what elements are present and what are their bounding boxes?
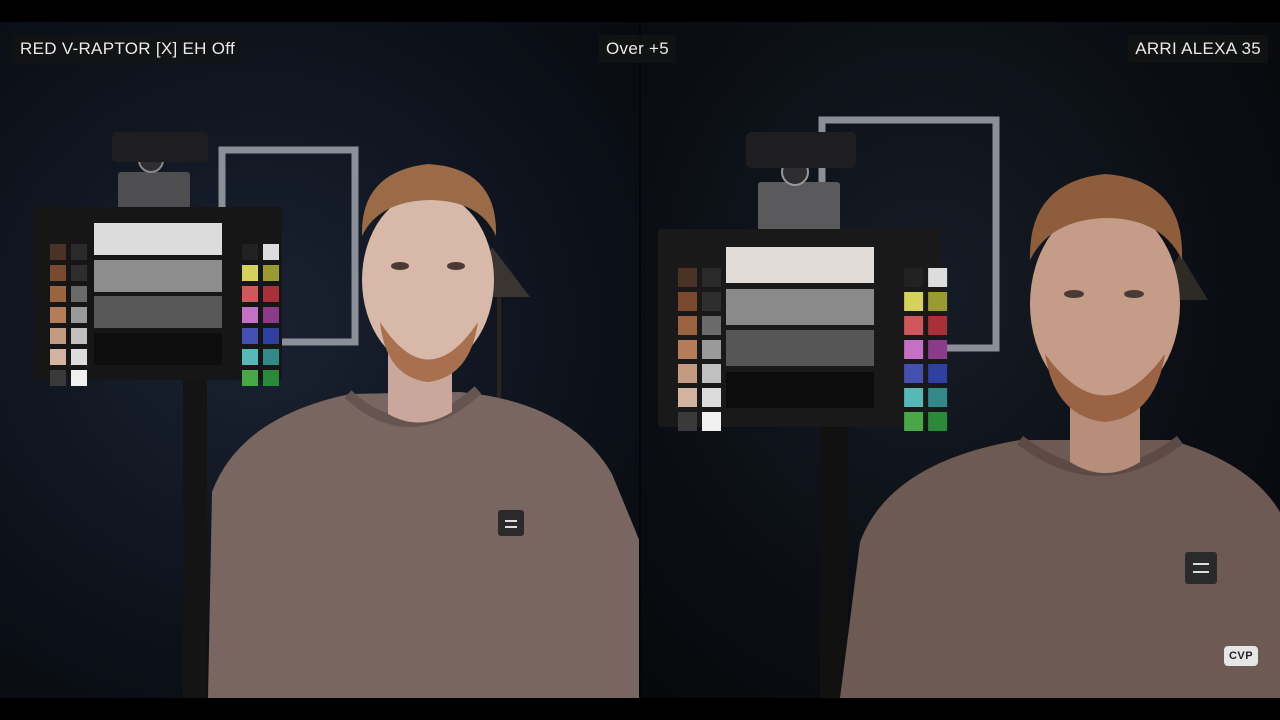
color-checker-chart bbox=[658, 229, 948, 431]
chart-chip bbox=[50, 328, 66, 344]
chart-chip bbox=[702, 340, 721, 359]
chart-chip bbox=[242, 307, 258, 323]
chart-chip bbox=[50, 265, 66, 281]
chart-chip bbox=[928, 388, 948, 407]
chart-chip bbox=[904, 316, 924, 335]
chart-chip bbox=[71, 349, 87, 365]
right-camera-frame: CVP bbox=[640, 22, 1280, 698]
chart-chip bbox=[904, 340, 924, 359]
right-scene-illustration bbox=[658, 116, 1280, 698]
chart-chip bbox=[928, 268, 948, 287]
chart-chip bbox=[263, 349, 279, 365]
chart-chip bbox=[242, 244, 258, 260]
chart-chip bbox=[71, 328, 87, 344]
chart-chip bbox=[904, 364, 924, 383]
chart-chip bbox=[263, 286, 279, 302]
chart-chip bbox=[678, 292, 697, 311]
chart-chip bbox=[678, 364, 697, 383]
chart-chip bbox=[702, 364, 721, 383]
chart-chip bbox=[263, 370, 279, 386]
chart-chip bbox=[242, 286, 258, 302]
split-divider bbox=[639, 22, 641, 698]
exposure-label: Over +5 bbox=[599, 35, 677, 63]
chart-chip bbox=[71, 307, 87, 323]
left-scene-illustration bbox=[34, 132, 640, 698]
left-camera-frame bbox=[0, 22, 640, 698]
chart-chip bbox=[50, 370, 66, 386]
cvp-watermark-logo: CVP bbox=[1224, 646, 1258, 666]
chart-chip bbox=[904, 388, 924, 407]
chart-chip bbox=[928, 364, 948, 383]
chart-chip bbox=[928, 340, 948, 359]
chart-chip bbox=[904, 412, 924, 431]
chart-chip bbox=[71, 244, 87, 260]
chart-chip bbox=[702, 316, 721, 335]
chart-chip bbox=[702, 268, 721, 287]
right-camera-label: ARRI ALEXA 35 bbox=[1128, 35, 1268, 63]
chart-chip bbox=[928, 292, 948, 311]
chart-chip bbox=[71, 286, 87, 302]
chart-chip bbox=[242, 265, 258, 281]
chart-chip bbox=[904, 292, 924, 311]
chart-chip bbox=[702, 412, 721, 431]
chart-stand bbox=[183, 372, 207, 698]
chart-stand bbox=[820, 422, 848, 698]
chart-chip bbox=[242, 370, 258, 386]
chart-chip bbox=[263, 265, 279, 281]
chart-chip bbox=[263, 244, 279, 260]
chart-chip bbox=[50, 307, 66, 323]
chart-chip bbox=[702, 388, 721, 407]
chart-chip bbox=[928, 412, 948, 431]
color-checker-chart bbox=[34, 207, 282, 386]
sweater bbox=[208, 392, 640, 698]
left-camera-label: RED V-RAPTOR [X] EH Off bbox=[13, 35, 243, 63]
face bbox=[362, 192, 494, 368]
chart-chip bbox=[242, 328, 258, 344]
chart-chip bbox=[50, 286, 66, 302]
chart-chip bbox=[71, 265, 87, 281]
chart-chip bbox=[678, 268, 697, 287]
chart-chip bbox=[928, 316, 948, 335]
chart-chip bbox=[50, 349, 66, 365]
logo-patch bbox=[1185, 552, 1217, 584]
chart-chip bbox=[263, 307, 279, 323]
chart-chip bbox=[678, 388, 697, 407]
chart-chip bbox=[678, 340, 697, 359]
chart-chip bbox=[678, 316, 697, 335]
chart-chip bbox=[242, 349, 258, 365]
chart-chip bbox=[904, 268, 924, 287]
logo-patch bbox=[498, 510, 524, 536]
chart-chip bbox=[263, 328, 279, 344]
chart-chip bbox=[702, 292, 721, 311]
chart-chip bbox=[71, 370, 87, 386]
chart-chip bbox=[678, 412, 697, 431]
chart-chip bbox=[50, 244, 66, 260]
